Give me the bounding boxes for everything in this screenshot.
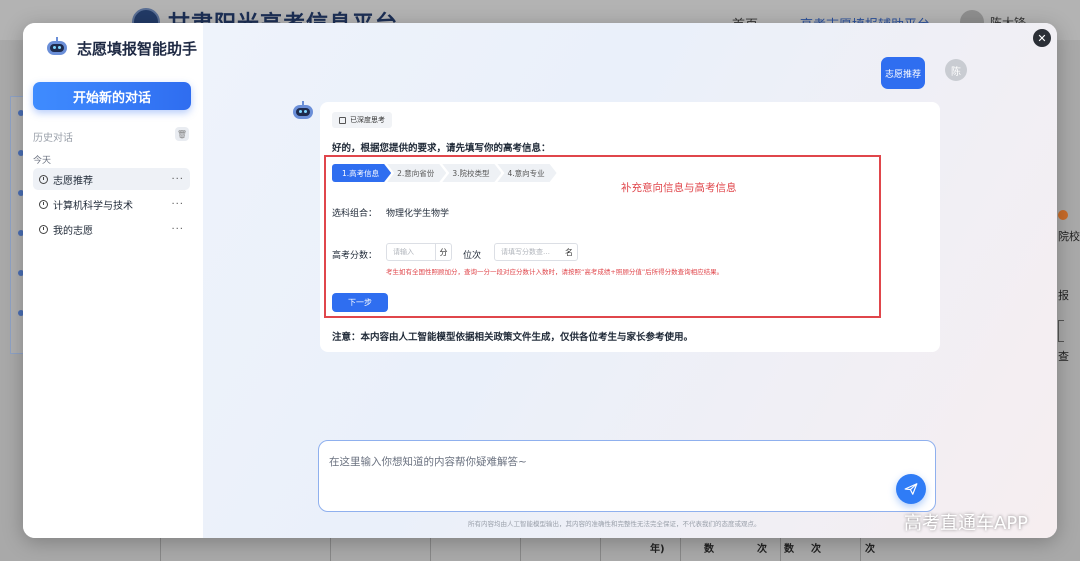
table-cell: 数 [704, 544, 714, 555]
table-divider [680, 536, 681, 561]
table-cell: 数 [784, 544, 794, 555]
step-school-type[interactable]: 3.院校类型 [442, 164, 501, 182]
assistant-modal: 志愿填报智能助手 开始新的对话 历史对话 🗑 今天 志愿推荐 ··· 计算机科学… [23, 23, 1057, 538]
table-divider [430, 536, 431, 561]
table-divider [520, 536, 521, 561]
chat-area: ✕ 志愿推荐 陈 已深度思考 好的，根据您提供的要求，请先填写你的高考信息： 1… [203, 23, 1057, 538]
sidebar: 志愿填报智能助手 开始新的对话 历史对话 🗑 今天 志愿推荐 ··· 计算机科学… [23, 23, 203, 538]
background-right-icon [1058, 210, 1068, 220]
intro-text: 好的，根据您提供的要求，请先填写你的高考信息： [332, 143, 551, 154]
history-item-cs[interactable]: 计算机科学与技术 ··· [33, 193, 190, 215]
send-button[interactable] [896, 474, 926, 504]
history-item-label: 志愿推荐 [53, 175, 93, 187]
score-label: 高考分数： [332, 251, 378, 261]
disclaimer-note: 注意：本内容由人工智能模型依据相关政策文件生成，仅供各位考生与家长参考使用。 [332, 332, 694, 343]
step-province[interactable]: 2.意向省份 [387, 164, 446, 182]
rank-label: 位次 [463, 251, 482, 261]
subject-label: 选科组合： [332, 209, 378, 219]
step-score-info[interactable]: 1.高考信息 [332, 164, 391, 182]
bot-avatar-icon [291, 101, 315, 123]
more-options-icon[interactable]: ··· [171, 224, 184, 235]
score-input[interactable]: 请输入 分 [386, 243, 452, 261]
table-divider [330, 536, 331, 561]
new-chat-button[interactable]: 开始新的对话 [33, 82, 191, 110]
table-cell: 次 [811, 544, 821, 555]
bot-message-card: 已深度思考 好的，根据您提供的要求，请先填写你的高考信息： 1.高考信息 2.意… [320, 102, 940, 352]
user-avatar: 陈 [945, 59, 967, 81]
history-item-label: 我的志愿 [53, 225, 93, 237]
chat-input[interactable]: 在这里输入你想知道的内容帮你疑难解答~ [318, 440, 936, 512]
next-step-button[interactable]: 下一步 [332, 293, 388, 312]
background-right-text: 查 [1058, 350, 1069, 363]
robot-logo-icon [45, 37, 69, 59]
more-options-icon[interactable]: ··· [171, 174, 184, 185]
chat-input-placeholder: 在这里输入你想知道的内容帮你疑难解答~ [329, 456, 527, 468]
user-message: 志愿推荐 [881, 57, 925, 89]
today-label: 今天 [33, 156, 52, 166]
close-button[interactable]: ✕ [1033, 29, 1051, 47]
brand-name: 志愿填报智能助手 [77, 39, 198, 58]
score-unit: 分 [435, 244, 451, 260]
table-divider [780, 536, 781, 561]
step-indicator: 1.高考信息 2.意向省份 3.院校类型 4.意向专业 [332, 164, 553, 182]
history-icon [39, 174, 48, 184]
deep-think-icon [339, 116, 346, 124]
history-icon [39, 199, 48, 209]
rank-unit: 名 [565, 247, 573, 257]
brand: 志愿填报智能助手 [45, 37, 197, 59]
trash-icon[interactable]: 🗑 [175, 127, 189, 141]
background-right-text: 院校 [1058, 230, 1080, 243]
table-divider [160, 536, 161, 561]
annotation-text: 补充意向信息与高考信息 [621, 182, 737, 194]
history-item-recommend[interactable]: 志愿推荐 ··· [33, 168, 190, 190]
history-item-my-choices[interactable]: 我的志愿 ··· [33, 218, 190, 240]
score-placeholder: 请输入 [393, 248, 414, 256]
table-divider [600, 536, 601, 561]
table-divider [860, 536, 861, 561]
background-right-box [1058, 320, 1064, 342]
deep-think-tag[interactable]: 已深度思考 [332, 112, 392, 128]
send-icon [904, 483, 918, 495]
more-options-icon[interactable]: ··· [171, 199, 184, 210]
history-icon [39, 224, 48, 234]
history-item-label: 计算机科学与技术 [53, 200, 133, 212]
rank-input[interactable]: 请填写分数查… 名 [494, 243, 578, 261]
bonus-hint: 考生如有全国性照顾加分，查询一分一段对应分数计入数时，请按照“高考成绩+照顾分值… [386, 268, 724, 276]
table-cell: 年) [650, 544, 665, 555]
step-major[interactable]: 4.意向专业 [497, 164, 556, 182]
watermark: 高考直通车APP [904, 513, 1029, 534]
footer-disclaimer: 所有内容均由人工智能模型输出，其内容的准确性和完整性无法完全保证，不代表我们的态… [468, 520, 761, 528]
deep-think-label: 已深度思考 [350, 116, 385, 124]
subject-value: 物理化学生物学 [386, 209, 450, 219]
history-label: 历史对话 [33, 133, 73, 144]
table-cell: 次 [757, 544, 767, 555]
table-cell: 次 [865, 544, 875, 555]
background-right-text: 报 [1058, 289, 1069, 302]
rank-placeholder: 请填写分数查… [501, 248, 550, 256]
